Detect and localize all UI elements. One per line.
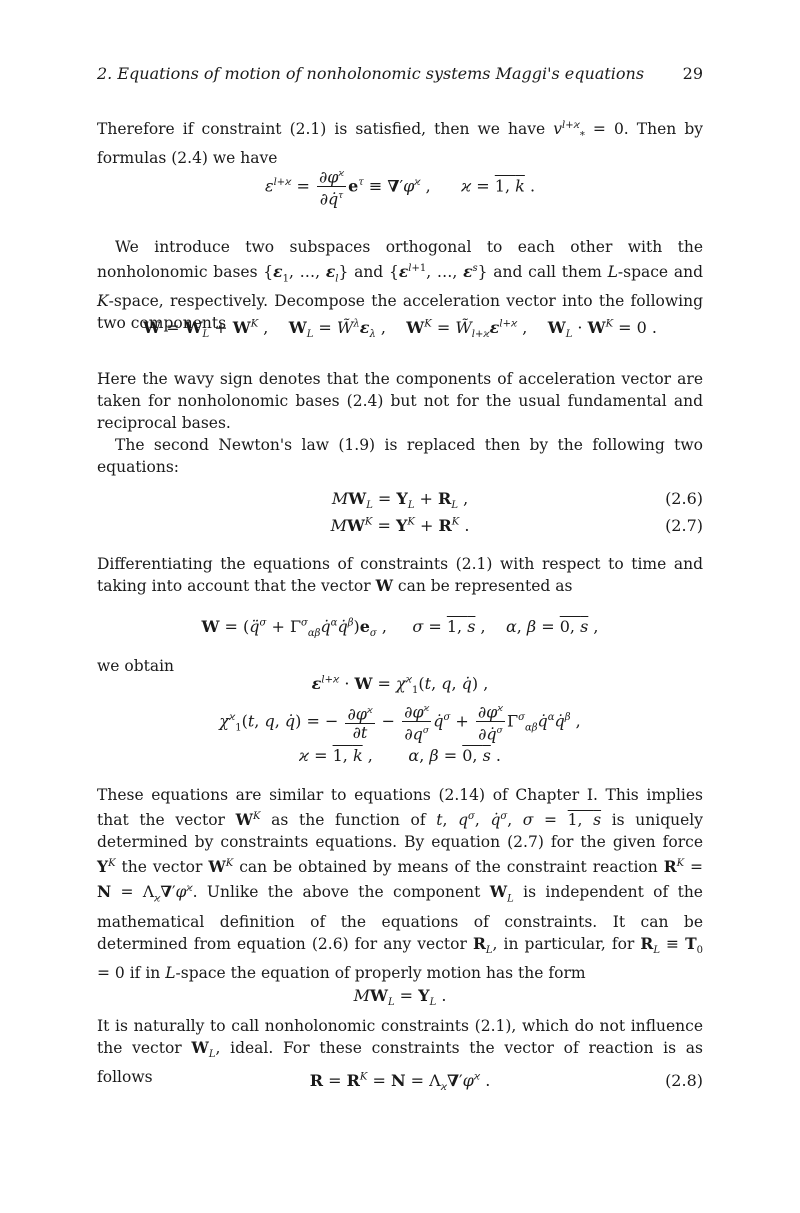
equation-motion: MWL = YL . <box>353 986 447 1009</box>
equation-W: W = (q̈σ + Γσαβq̇αq̇β)eσ , σ = 1, s , α,… <box>201 617 599 640</box>
equation-2-6: MWL = YL + RL , (2.6) <box>331 489 703 512</box>
running-title: 2. Equations of motion of nonholonomic s… <box>97 64 645 83</box>
equation-decomposition: W = WL + WK , WL = W̃λελ , WK = W̃l+ϰεl+… <box>143 318 657 341</box>
paragraph-3: Here the wavy sign denotes that the comp… <box>97 370 703 432</box>
page-number: 29 <box>682 64 703 83</box>
equation-chi-1: εl+ϰ · W = χϰ1(t, q, q̇) , <box>311 674 489 697</box>
running-header: 2. Equations of motion of nonholonomic s… <box>97 64 703 83</box>
paragraph-1: Therefore if constraint (2.1) is satisfi… <box>97 120 703 168</box>
equation-2-8: R = RK = N = Λϰ∇′φϰ . (2.8) <box>309 1071 703 1094</box>
equation-number-2-7: (2.7) <box>665 516 703 535</box>
paragraph-7: These equations are similar to equations… <box>97 786 704 982</box>
equation-number-2-8: (2.8) <box>665 1071 703 1090</box>
equation-2-7: MWK = YK + RK . (2.7) <box>330 516 703 535</box>
equation-number-2-6: (2.6) <box>665 489 703 508</box>
equation-chi-3: ϰ = 1, k , α, β = 0, s . <box>299 746 501 765</box>
paragraph-5: Differentiating the equations of constra… <box>97 555 703 595</box>
equation-chi-2: χϰ1(t, q, q̇) = − ∂φϰ ∂t − ∂φϰ ∂qσ q̇σ + ∂φ… <box>97 700 703 744</box>
equation-epsilon: εl+ϰ = ∂φϰ ∂q̇τ eτ ≡ ∇′φϰ , ϰ = 1, k . <box>97 165 703 209</box>
paragraph-4: The second Newton's law (1.9) is replace… <box>97 436 703 476</box>
